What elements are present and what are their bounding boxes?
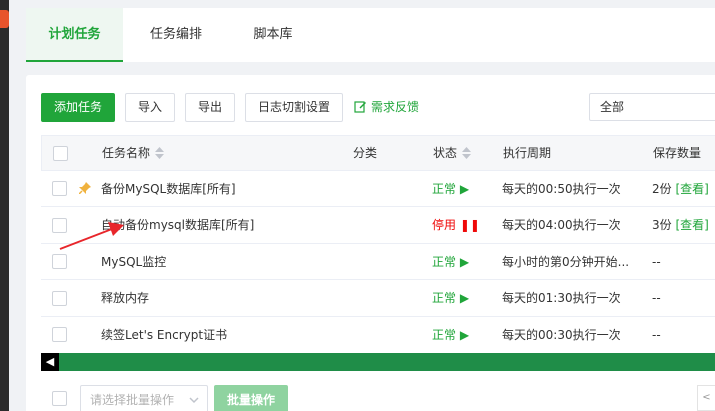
table-row: 自动备份mysql数据库[所有] 停用 ❚❚ 每天的04:00执行一次 3份 [… xyxy=(41,207,715,244)
cycle: 每小时的第0分钟开始... xyxy=(502,255,630,269)
play-icon: ▶ xyxy=(459,182,470,196)
status-stopped[interactable]: 停用 ❚❚ xyxy=(432,207,480,243)
log-cut-settings-button[interactable]: 日志切割设置 xyxy=(245,93,343,122)
feedback-label: 需求反馈 xyxy=(371,100,420,114)
row-checkbox[interactable] xyxy=(52,254,67,269)
cycle: 每天的00:50执行一次 xyxy=(502,182,621,196)
chevron-down-icon xyxy=(189,397,199,404)
cycle: 每天的04:00执行一次 xyxy=(502,218,621,232)
row-checkbox[interactable] xyxy=(52,218,67,233)
header-category: 分类 xyxy=(353,146,378,160)
save-count: 2份 [查看] xyxy=(652,182,709,196)
tab-bar: 计划任务 任务编排 脚本库 xyxy=(26,8,715,62)
status-running[interactable]: 正常 ▶ xyxy=(432,317,469,353)
sort-icon xyxy=(155,147,165,159)
play-icon: ▶ xyxy=(459,255,470,269)
tab-task-orchestration[interactable]: 任务编排 xyxy=(136,8,216,62)
scroll-left-arrow-icon[interactable]: ◀ xyxy=(41,353,59,371)
sidebar-active-marker xyxy=(0,10,9,28)
view-backups-link[interactable]: [查看] xyxy=(675,182,708,196)
row-checkbox[interactable] xyxy=(52,291,67,306)
header-task-name[interactable]: 任务名称 xyxy=(102,136,165,170)
table-row: 释放内存 正常 ▶ 每天的01:30执行一次 -- xyxy=(41,280,715,317)
row-checkbox[interactable] xyxy=(52,327,67,342)
task-name[interactable]: MySQL监控 xyxy=(101,244,166,280)
cycle: 每天的01:30执行一次 xyxy=(502,291,621,305)
status-running[interactable]: 正常 ▶ xyxy=(432,171,469,207)
edit-icon xyxy=(354,101,366,113)
task-name[interactable]: 备份MySQL数据库[所有] xyxy=(101,171,236,207)
chevron-left-icon: < xyxy=(702,392,711,403)
add-task-button[interactable]: 添加任务 xyxy=(41,93,115,122)
play-icon: ▶ xyxy=(459,291,470,305)
app-sidebar-edge xyxy=(0,0,9,411)
row-checkbox[interactable] xyxy=(52,181,67,196)
select-all-checkbox[interactable] xyxy=(53,146,68,161)
header-save-count: 保存数量 xyxy=(653,146,702,160)
horizontal-scrollbar[interactable]: ◀ xyxy=(41,353,715,371)
pagination-prev-button[interactable]: < xyxy=(697,385,715,411)
feedback-link[interactable]: 需求反馈 xyxy=(354,100,419,114)
category-filter-select[interactable]: 全部 xyxy=(589,93,715,121)
task-name[interactable]: 释放内存 xyxy=(101,280,149,316)
play-icon: ▶ xyxy=(459,328,470,342)
save-count: 3份 [查看] xyxy=(652,218,709,232)
save-count: -- xyxy=(652,291,661,305)
cycle: 每天的00:30执行一次 xyxy=(502,328,621,342)
batch-operation-select[interactable]: 请选择批量操作 xyxy=(80,385,208,411)
status-running[interactable]: 正常 ▶ xyxy=(432,280,469,316)
export-button[interactable]: 导出 xyxy=(185,93,235,122)
import-button[interactable]: 导入 xyxy=(125,93,175,122)
header-cycle: 执行周期 xyxy=(503,146,552,160)
table-row: 续签Let's Encrypt证书 正常 ▶ 每天的00:30执行一次 -- xyxy=(41,317,715,353)
table-row: 备份MySQL数据库[所有] 正常 ▶ 每天的00:50执行一次 2份 [查看] xyxy=(41,171,715,207)
sort-icon xyxy=(462,147,472,159)
tab-script-library[interactable]: 脚本库 xyxy=(241,8,305,62)
task-name[interactable]: 续签Let's Encrypt证书 xyxy=(101,317,227,353)
table-row: MySQL监控 正常 ▶ 每小时的第0分钟开始... -- xyxy=(41,244,715,280)
save-count: -- xyxy=(652,255,661,269)
view-backups-link[interactable]: [查看] xyxy=(675,218,708,232)
task-name[interactable]: 自动备份mysql数据库[所有] xyxy=(101,207,254,243)
save-count: -- xyxy=(652,328,661,342)
bottom-select-all-checkbox[interactable] xyxy=(52,391,67,406)
pin-icon[interactable] xyxy=(79,182,91,194)
header-status[interactable]: 状态 xyxy=(433,136,472,170)
table-header: 任务名称 分类 状态 执行周期 保存数量 xyxy=(41,135,715,171)
tab-scheduled-tasks[interactable]: 计划任务 xyxy=(26,8,123,62)
pause-icon: ❚❚ xyxy=(459,218,480,232)
batch-operation-button[interactable]: 批量操作 xyxy=(214,385,288,411)
status-running[interactable]: 正常 ▶ xyxy=(432,244,469,280)
